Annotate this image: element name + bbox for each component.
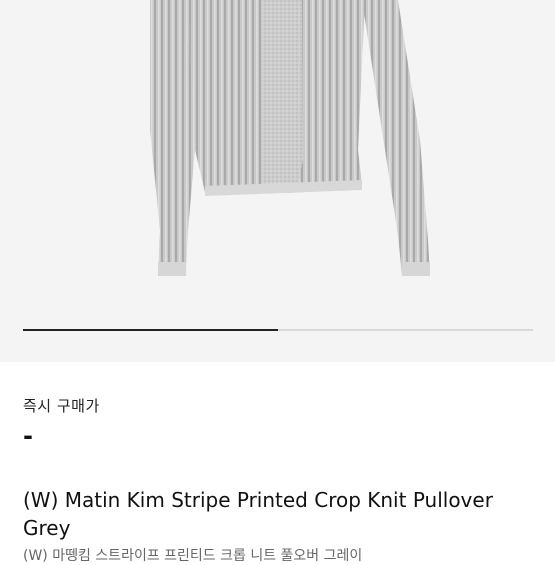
product-title: (W) Matin Kim Stripe Printed Crop Knit P… <box>23 488 493 540</box>
sweater-left-sleeve <box>150 0 195 276</box>
product-image-gallery[interactable] <box>0 0 555 362</box>
product-subtitle: (W) 마뗑킴 스트라이프 프린티드 크롭 니트 풀오버 그레이 <box>23 548 363 564</box>
instant-buy-label: 즉시 구매가 <box>23 397 100 415</box>
sweater-right-sleeve <box>362 0 430 276</box>
gallery-progress-fill <box>23 329 278 331</box>
product-image[interactable] <box>0 0 555 362</box>
sweater-front-panel <box>262 0 303 190</box>
instant-buy-price: - <box>23 422 33 450</box>
gallery-progress-track[interactable] <box>23 329 533 331</box>
